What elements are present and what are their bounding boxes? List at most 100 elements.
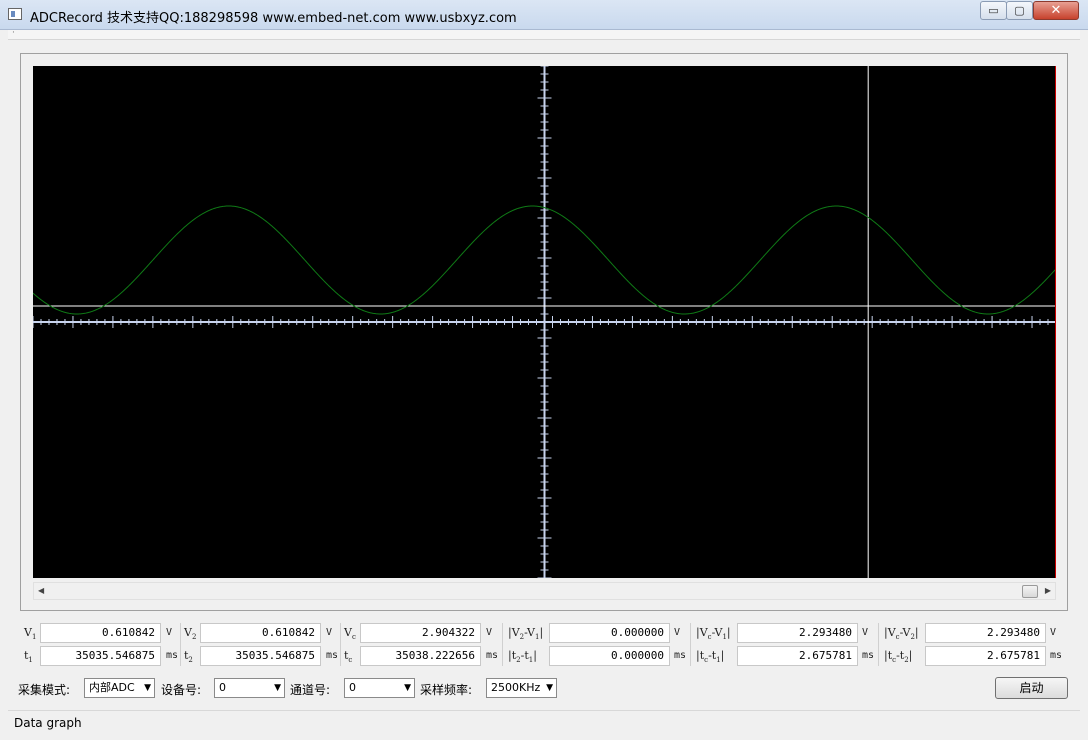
minimize-icon: ▭ [988,4,999,17]
measurement-value-field[interactable]: 2.675781 [925,646,1046,666]
measurement-label-part: |t [884,649,893,662]
measurement-label-part: 2 [188,656,193,665]
measurement-label-part: c [348,656,353,665]
measurement-label: tc [344,649,352,664]
chevron-down-icon: ▼ [404,683,411,693]
close-button[interactable]: ✕ [1033,1,1079,20]
measurement-label: |Vc-V1| [696,626,731,641]
measurement-unit: ms [166,650,179,661]
measurement-unit: V [486,627,493,638]
close-icon: ✕ [1050,3,1062,18]
measurement-label: t2 [184,649,193,664]
measurement-unit: V [326,627,333,638]
measurement-label-part: | [720,649,725,662]
minimize-button[interactable]: ▭ [980,1,1007,20]
maximize-icon: ▢ [1014,4,1025,17]
measurement-value-field[interactable]: 0.000000 [549,646,670,666]
device-label: 设备号: [161,683,202,697]
channel-label: 通道号: [290,683,331,697]
measurement-label-part: c [351,633,356,642]
measurement-unit: ms [862,650,875,661]
measurement-label-part: | [726,626,731,639]
oscilloscope-plot[interactable] [33,66,1056,578]
measurement-label-part: -t [520,649,529,662]
voltage-measurements-row: V1 0.610842 V V2 0.610842 V Vc 2.904322 V |V2-V1|… [0,623,1088,666]
title-bar[interactable]: ADCRecord 技术支持QQ:188298598 www.embed-net… [0,0,1088,30]
scroll-left-icon[interactable]: ◀ [38,586,44,595]
measurement-label-part: V [344,626,352,639]
mode-select-value: 内部ADC [89,681,135,694]
measurement-label: |tc-t2| [884,649,912,664]
sample-rate-label: 采样频率: [420,683,473,697]
measurement-label-part: 1 [31,633,37,642]
sample-rate-select-value: 2500KHz [491,681,541,694]
plot-horizontal-scrollbar[interactable]: ◀ ▶ [33,582,1056,600]
measurement-label: |Vc-V2| [884,626,919,641]
channel-select[interactable]: 0 ▼ [344,678,415,698]
mode-label: 采集模式: [18,683,71,697]
measurement-label: |tc-t1| [696,649,724,664]
measurement-value-field[interactable]: 2.293480 [925,623,1046,643]
status-text: Data graph [14,716,82,730]
measurement-label: V2 [184,626,196,641]
time-measurements-row: t1 35035.546875 ms t2 35035.546875 ms tc 35038.… [0,646,1088,666]
start-button[interactable]: 启动 [995,677,1068,699]
sample-rate-select[interactable]: 2500KHz ▼ [486,678,557,698]
mode-select[interactable]: 内部ADC ▼ [84,678,155,698]
measurement-unit: ms [1050,650,1063,661]
measurement-label-part: -V [524,626,535,639]
measurement-label-part: -V [711,626,723,639]
measurement-unit: ms [486,650,499,661]
measurement-unit: V [674,627,681,638]
measurement-value-field[interactable]: 35035.546875 [200,646,321,666]
measurement-label: |t2-t1| [508,649,537,664]
measurement-label-part: -t [896,649,905,662]
app-icon [8,8,22,20]
measurement-label-part: V [24,626,32,639]
scroll-thumb[interactable] [1022,585,1038,598]
menu-handle-icon: · [12,28,15,38]
chevron-down-icon: ▼ [274,683,281,693]
measurement-label: V1 [24,626,36,641]
measurement-label: |V2-V1| [508,626,543,641]
measurement-unit: V [166,627,173,638]
measurement-unit: V [1050,627,1057,638]
measurement-value-field[interactable]: 2.675781 [737,646,858,666]
measurement-label-part: | [914,626,919,639]
measurement-value-field[interactable]: 35035.546875 [40,646,161,666]
measurement-label-part: | [533,649,537,662]
measurement-label-part: | [908,649,913,662]
measurement-label-part: |V [696,626,708,639]
measurement-value-field[interactable]: 2.904322 [360,623,481,643]
channel-select-value: 0 [349,681,356,694]
measurement-label-part: | [539,626,544,639]
chevron-down-icon: ▼ [144,683,151,693]
measurement-label-part: |V [884,626,896,639]
measurement-label-part: 1 [28,656,33,665]
device-select-value: 0 [219,681,226,694]
measurement-label: Vc [344,626,356,641]
chevron-down-icon: ▼ [546,683,553,693]
measurement-value-field[interactable]: 0.610842 [40,623,161,643]
measurement-value-field[interactable]: 2.293480 [737,623,858,643]
measurement-label: t1 [24,649,33,664]
measurement-value-field[interactable]: 0.610842 [200,623,321,643]
measurement-label-part: V [184,626,192,639]
waveform-chart[interactable] [33,66,1056,578]
measurement-label-part: |t [696,649,705,662]
measurement-value-field[interactable]: 0.000000 [549,623,670,643]
measurement-unit: V [862,627,869,638]
measurement-unit: ms [326,650,339,661]
window-title: ADCRecord 技术支持QQ:188298598 www.embed-net… [30,11,517,26]
menu-bar[interactable]: · [8,28,1080,40]
status-bar: Data graph [8,710,1080,734]
measurement-label-part: |t [508,649,517,662]
device-select[interactable]: 0 ▼ [214,678,285,698]
measurement-label-part: |V [508,626,520,639]
maximize-button[interactable]: ▢ [1006,1,1033,20]
measurement-label-part: 2 [191,633,197,642]
measurement-value-field[interactable]: 35038.222656 [360,646,481,666]
measurement-label-part: -V [899,626,911,639]
measurement-label-part: -t [708,649,717,662]
scroll-right-icon[interactable]: ▶ [1045,586,1051,595]
